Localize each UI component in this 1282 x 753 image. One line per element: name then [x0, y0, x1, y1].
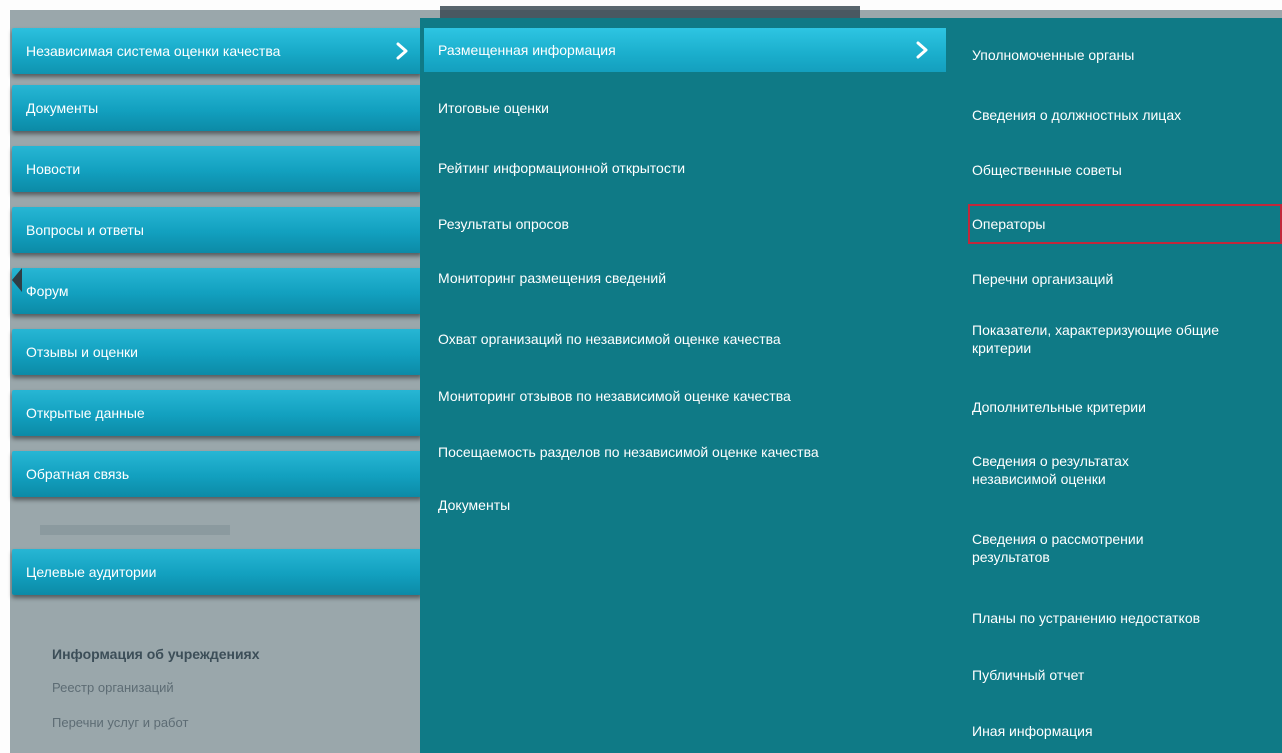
chevron-right-icon [392, 41, 412, 61]
submenu-item-results-review[interactable]: Сведения о рассмотрении результатов [972, 530, 1182, 566]
menu-item-label: Форум [26, 283, 69, 299]
submenu-item-label: Размещенная информация [438, 42, 616, 58]
submenu-item-monitoring-placement[interactable]: Мониторинг размещения сведений [438, 270, 666, 286]
carousel-arrow-icon [12, 268, 22, 292]
menu-item-label: Целевые аудитории [26, 564, 157, 580]
menu-item-label: Открытые данные [26, 405, 145, 421]
menu-item-news[interactable]: Новости [12, 146, 422, 192]
submenu-item-posted-info[interactable]: Размещенная информация [424, 28, 946, 72]
link-registry[interactable]: Реестр организаций [52, 680, 174, 695]
menu-item-label: Документы [26, 100, 99, 116]
submenu-item-operators[interactable]: Операторы [972, 215, 1277, 233]
submenu-item-reviews-monitoring[interactable]: Мониторинг отзывов по независимой оценке… [438, 388, 791, 404]
submenu-item-officials[interactable]: Сведения о должностных лицах [972, 106, 1277, 124]
submenu-item-authorities[interactable]: Уполномоченные органы [972, 46, 1277, 64]
submenu-item-coverage[interactable]: Охват организаций по независимой оценке … [438, 331, 781, 347]
menu-item-label: Независимая система оценки качества [26, 43, 281, 59]
submenu-item-other-info[interactable]: Иная информация [972, 722, 1277, 740]
submenu-item-openness-rating[interactable]: Рейтинг информационной открытости [438, 160, 685, 176]
menu-item-documents[interactable]: Документы [12, 85, 422, 131]
menu-item-label: Обратная связь [26, 466, 130, 482]
submenu-item-documents[interactable]: Документы [438, 497, 510, 513]
submenu-item-survey-results[interactable]: Результаты опросов [438, 216, 569, 232]
submenu-item-remediation-plans[interactable]: Планы по устранению недостатков [972, 609, 1277, 627]
main-menu: Независимая система оценки качества Доку… [10, 18, 422, 753]
submenu-item-final-scores[interactable]: Итоговые оценки [438, 100, 549, 116]
menu-item-nok[interactable]: Независимая система оценки качества [12, 28, 422, 74]
menu-item-faq[interactable]: Вопросы и ответы [12, 207, 422, 253]
menu-item-open-data[interactable]: Открытые данные [12, 390, 422, 436]
submenu-level-2: Размещенная информация Итоговые оценки Р… [420, 18, 950, 753]
link-services-list[interactable]: Перечни услуг и работ [52, 715, 188, 730]
submenu-item-general-criteria[interactable]: Показатели, характеризующие общие критер… [972, 321, 1262, 357]
menu-item-forum[interactable]: Форум [12, 268, 422, 314]
menu-item-feedback[interactable]: Обратная связь [12, 451, 422, 497]
submenu-item-org-lists[interactable]: Перечни организаций [972, 270, 1277, 288]
submenu-item-public-report[interactable]: Публичный отчет [972, 666, 1277, 684]
submenu-item-additional-criteria[interactable]: Дополнительные критерии [972, 398, 1277, 416]
menu-item-label: Вопросы и ответы [26, 222, 144, 238]
menu-item-reviews[interactable]: Отзывы и оценки [12, 329, 422, 375]
menu-item-audiences[interactable]: Целевые аудитории [12, 549, 422, 595]
page: Независимая система оценки качества Доку… [0, 0, 1282, 753]
menu-item-label: Новости [26, 161, 81, 177]
submenu-item-results-info[interactable]: Сведения о результатах независимой оценк… [972, 452, 1182, 488]
submenu-item-public-councils[interactable]: Общественные советы [972, 161, 1277, 179]
menu-item-label: Отзывы и оценки [26, 344, 138, 360]
submenu-item-section-traffic[interactable]: Посещаемость разделов по независимой оце… [438, 444, 819, 460]
chevron-right-icon [912, 40, 932, 60]
background-text [40, 525, 230, 535]
section-title: Информация об учреждениях [52, 646, 260, 662]
submenu-level-3: Уполномоченные органы Сведения о должнос… [950, 18, 1282, 753]
